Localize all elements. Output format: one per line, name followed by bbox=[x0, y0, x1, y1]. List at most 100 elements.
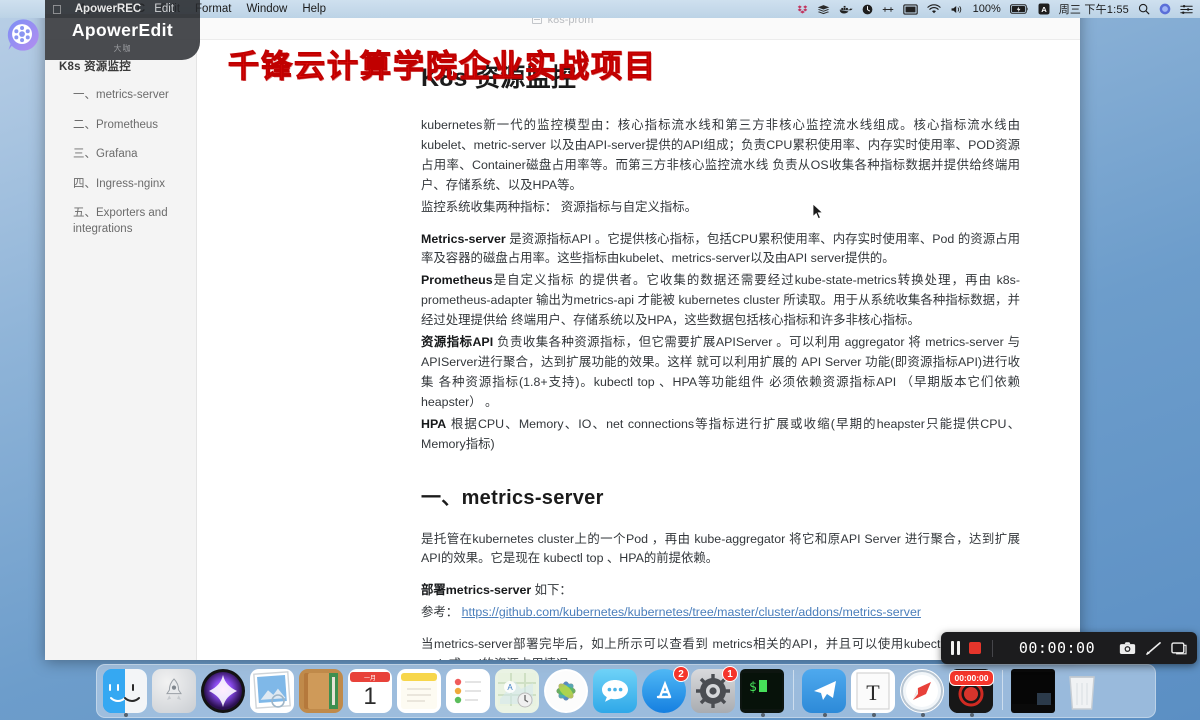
battery-icon[interactable] bbox=[1009, 4, 1029, 14]
deploy-text: 如下： bbox=[531, 583, 572, 598]
apoweredit-icon bbox=[4, 16, 42, 54]
annotate-button[interactable] bbox=[1145, 641, 1162, 656]
resource-api-term: 资源指标API bbox=[421, 335, 494, 350]
dock-item-calendar[interactable]: 一月 1 bbox=[348, 669, 393, 714]
reference-link[interactable]: https://github.com/kubernetes/kubernetes… bbox=[462, 605, 921, 619]
recording-timer: 00:00:00 bbox=[1018, 639, 1096, 657]
app-store-badge: 2 bbox=[673, 666, 689, 682]
pause-button[interactable] bbox=[951, 641, 960, 655]
running-indicator bbox=[920, 713, 925, 717]
mailspring-icon bbox=[802, 669, 846, 713]
dock-item-trash[interactable] bbox=[1060, 669, 1105, 714]
svg-text:A: A bbox=[507, 683, 513, 692]
dock-item-reminders[interactable] bbox=[446, 669, 491, 714]
dock-item-app-store[interactable]: 2 bbox=[642, 666, 689, 714]
menu-item-format[interactable]: Format bbox=[195, 3, 231, 15]
input-source-icon[interactable]: A bbox=[1038, 3, 1050, 15]
deploy-term: 部署metrics-server bbox=[421, 583, 532, 598]
dock-item-launchpad[interactable] bbox=[152, 669, 197, 714]
dock-item-terminal[interactable]: $ bbox=[740, 669, 785, 717]
paragraph-intro-1: kubernetes新一代的监控模型由：核心指标流水线和第三方非核心监控流水线组… bbox=[421, 118, 1020, 192]
sidebar-item-exporters[interactable]: 五、Exporters and integrations bbox=[73, 206, 184, 237]
dock-item-mailspring[interactable] bbox=[802, 669, 847, 717]
dock-item-photos[interactable] bbox=[544, 669, 589, 714]
sidebar-title: K8s 资源监控 bbox=[59, 61, 131, 73]
outline-sidebar[interactable]: K8s 资源监控 一、metrics-server 二、Prometheus 三… bbox=[45, 40, 197, 660]
paragraph-ms-1: 是托管在kubernetes cluster上的一个Pod ，再由 kube-a… bbox=[421, 531, 1020, 566]
trash-icon bbox=[1060, 669, 1104, 713]
pen-icon bbox=[1146, 641, 1161, 655]
menu-item-help[interactable]: Help bbox=[302, 3, 326, 15]
safari-icon bbox=[900, 669, 944, 713]
notes-icon bbox=[397, 669, 441, 713]
watermark-subtitle: 大咖 bbox=[113, 43, 132, 53]
dock-item-preview[interactable] bbox=[250, 669, 295, 714]
dock-item-safari[interactable] bbox=[900, 669, 945, 717]
pause-icon bbox=[951, 641, 960, 655]
system-preferences-badge: 1 bbox=[722, 666, 738, 682]
metrics-server-text: 是资源指标API 。它提供核心指标，包括CPU累积使用率、内存实时使用率、Pod… bbox=[421, 231, 1020, 266]
metrics-server-term: Metrics-server bbox=[421, 231, 506, 246]
dock-separator-1 bbox=[793, 669, 794, 710]
volume-icon[interactable] bbox=[950, 4, 964, 15]
dock-item-siri[interactable] bbox=[201, 669, 246, 714]
clock-status-icon[interactable] bbox=[862, 4, 873, 15]
control-center-icon[interactable] bbox=[1180, 4, 1193, 15]
svg-text:1: 1 bbox=[363, 683, 376, 710]
docker-icon[interactable] bbox=[839, 4, 853, 15]
messages-icon bbox=[593, 669, 637, 713]
toolbar-divider bbox=[992, 639, 993, 657]
svg-text:A: A bbox=[1041, 5, 1047, 14]
display-icon[interactable] bbox=[902, 3, 918, 15]
sidebar-item-metrics-server[interactable]: 一、metrics-server bbox=[73, 88, 184, 104]
dock-item-messages[interactable] bbox=[593, 669, 638, 714]
dropbox-icon[interactable] bbox=[797, 4, 808, 15]
preview-icon bbox=[250, 669, 294, 713]
siri-icon[interactable] bbox=[1159, 3, 1171, 15]
wifi-icon[interactable] bbox=[926, 3, 941, 15]
photos-icon bbox=[544, 669, 588, 713]
screenshot-button[interactable] bbox=[1119, 641, 1136, 655]
mouse-cursor bbox=[812, 203, 824, 225]
running-indicator bbox=[871, 713, 876, 717]
sidebar-item-prometheus[interactable]: 二、Prometheus bbox=[73, 118, 184, 134]
reference-label: 参考： bbox=[421, 605, 459, 620]
running-indicator bbox=[969, 713, 974, 717]
contacts-icon bbox=[299, 669, 343, 713]
sidebar-item-ingress-nginx[interactable]: 四、Ingress-nginx bbox=[73, 177, 184, 193]
maps-icon: A bbox=[495, 669, 539, 713]
network-icon[interactable] bbox=[882, 5, 894, 14]
sidebar-item-grafana[interactable]: 三、Grafana bbox=[73, 147, 184, 163]
hpa-term: HPA bbox=[421, 416, 447, 431]
paragraph-hpa: HPA 根据CPU、Memory、IO、net connections等指标进行… bbox=[421, 415, 1020, 455]
dock-item-system-preferences[interactable]: 1 bbox=[691, 666, 738, 714]
apoweredit-watermark: ApowerEdit 大咖 bbox=[45, 14, 200, 60]
launchpad-icon bbox=[152, 669, 196, 713]
dock-item-apowerrec[interactable]: 00:00:00 bbox=[949, 669, 994, 717]
apowerrec-timer-badge: 00:00:00 bbox=[949, 670, 994, 686]
recording-toolbar: 00:00:00 bbox=[941, 632, 1197, 664]
stop-icon bbox=[969, 642, 981, 654]
reminders-icon bbox=[446, 669, 490, 713]
screen-button[interactable] bbox=[1171, 641, 1187, 656]
textedit-icon: T bbox=[851, 669, 895, 713]
hpa-text: 根据CPU、Memory、IO、net connections等指标进行扩展或收… bbox=[421, 416, 1020, 451]
search-icon[interactable] bbox=[1138, 3, 1150, 15]
finder-icon bbox=[103, 669, 147, 713]
prometheus-term: Prometheus bbox=[421, 273, 493, 288]
stop-button[interactable] bbox=[969, 642, 981, 654]
dock-item-contacts[interactable] bbox=[299, 669, 344, 714]
document-window: k8s-prom K8s 资源监控 一、metrics-server 二、Pro… bbox=[45, 0, 1080, 660]
downloads-stack-icon bbox=[1011, 669, 1055, 713]
dock-item-notes[interactable] bbox=[397, 669, 442, 714]
server-stack-icon[interactable] bbox=[817, 4, 830, 15]
dock-item-downloads-stack[interactable] bbox=[1011, 669, 1056, 714]
dock-item-maps[interactable]: A bbox=[495, 669, 540, 714]
running-indicator bbox=[760, 713, 765, 717]
menu-bar-clock[interactable]: 周三 下午1:55 bbox=[1059, 1, 1129, 17]
dock-item-textedit[interactable]: T bbox=[851, 669, 896, 717]
menu-item-window[interactable]: Window bbox=[246, 3, 287, 15]
siri-dock-icon bbox=[201, 669, 245, 713]
dock-item-finder[interactable] bbox=[103, 669, 148, 717]
svg-text:一月: 一月 bbox=[364, 675, 376, 682]
